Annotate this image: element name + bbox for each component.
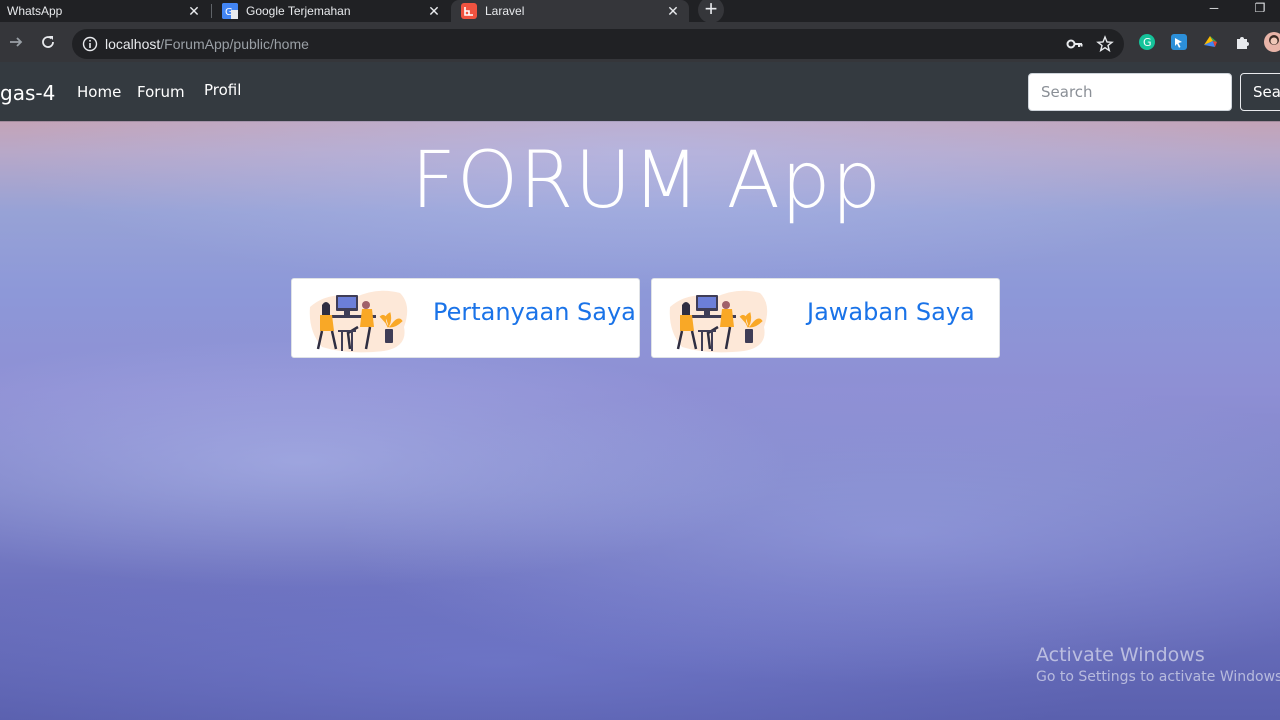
nav-link-forum[interactable]: Forum	[137, 83, 185, 101]
tab-title: Google Terjemahan	[246, 4, 351, 18]
close-icon[interactable]: ✕	[665, 3, 681, 19]
url-text[interactable]: localhost/ForumApp/public/home	[105, 36, 309, 52]
card-label: Jawaban Saya	[807, 298, 975, 326]
new-tab-button[interactable]: +	[698, 0, 724, 23]
minimize-icon[interactable]: ─	[1194, 0, 1234, 20]
grammarly-extension-icon[interactable]: G	[1137, 32, 1157, 52]
bookmark-star-icon[interactable]	[1096, 35, 1114, 53]
google-translate-icon: G	[222, 3, 238, 19]
svg-text:G: G	[1143, 36, 1152, 49]
forward-arrow-icon[interactable]	[6, 32, 26, 52]
tab-title: WhatsApp	[7, 4, 63, 18]
profile-avatar-icon[interactable]	[1262, 32, 1280, 52]
activate-windows-title: Activate Windows	[1036, 644, 1205, 666]
nav-link-home[interactable]: Home	[77, 83, 121, 101]
hero-title: FORUM App	[410, 136, 883, 226]
tab-google-translate[interactable]: G Google Terjemahan ✕	[212, 0, 450, 22]
tab-strip: WhatsApp ✕ G Google Terjemahan ✕ Laravel…	[0, 0, 1280, 23]
reload-icon[interactable]	[38, 32, 58, 52]
url-path: /ForumApp/public/home	[160, 36, 309, 52]
search-button[interactable]: Sea	[1240, 73, 1280, 111]
card-jawaban-saya[interactable]: Jawaban Saya	[651, 278, 1000, 358]
color-extension-icon[interactable]	[1200, 32, 1220, 52]
page-content: gas-4 Home Forum Profil Sea FORUM App Pe…	[0, 62, 1280, 720]
key-icon[interactable]	[1066, 36, 1084, 52]
activate-windows-subtitle: Go to Settings to activate Windows.	[1036, 669, 1280, 685]
info-icon[interactable]	[82, 36, 98, 52]
nav-link-profil[interactable]: Profil	[204, 81, 241, 99]
puzzle-extensions-icon[interactable]	[1233, 32, 1253, 52]
card-label: Pertanyaan Saya	[433, 298, 636, 326]
close-icon[interactable]: ✕	[426, 3, 442, 19]
url-host: localhost	[105, 36, 161, 52]
card-pertanyaan-saya[interactable]: Pertanyaan Saya	[291, 278, 640, 358]
browser-toolbar: localhost/ForumApp/public/home G	[0, 22, 1280, 62]
tab-title: Laravel	[485, 4, 525, 18]
tab-whatsapp[interactable]: WhatsApp ✕	[0, 0, 210, 22]
search-input[interactable]	[1028, 73, 1232, 111]
people-at-desk-illustration	[669, 290, 768, 353]
laravel-icon	[461, 3, 477, 19]
restore-icon[interactable]: ❐	[1240, 0, 1280, 20]
screenshot-extension-icon[interactable]	[1169, 32, 1189, 52]
tab-laravel[interactable]: Laravel ✕	[451, 0, 689, 22]
site-navbar: gas-4 Home Forum Profil Sea	[0, 62, 1280, 121]
close-icon[interactable]: ✕	[186, 3, 202, 19]
navbar-brand[interactable]: gas-4	[0, 81, 55, 105]
address-bar[interactable]: localhost/ForumApp/public/home	[72, 29, 1124, 59]
people-at-desk-illustration	[309, 290, 408, 353]
